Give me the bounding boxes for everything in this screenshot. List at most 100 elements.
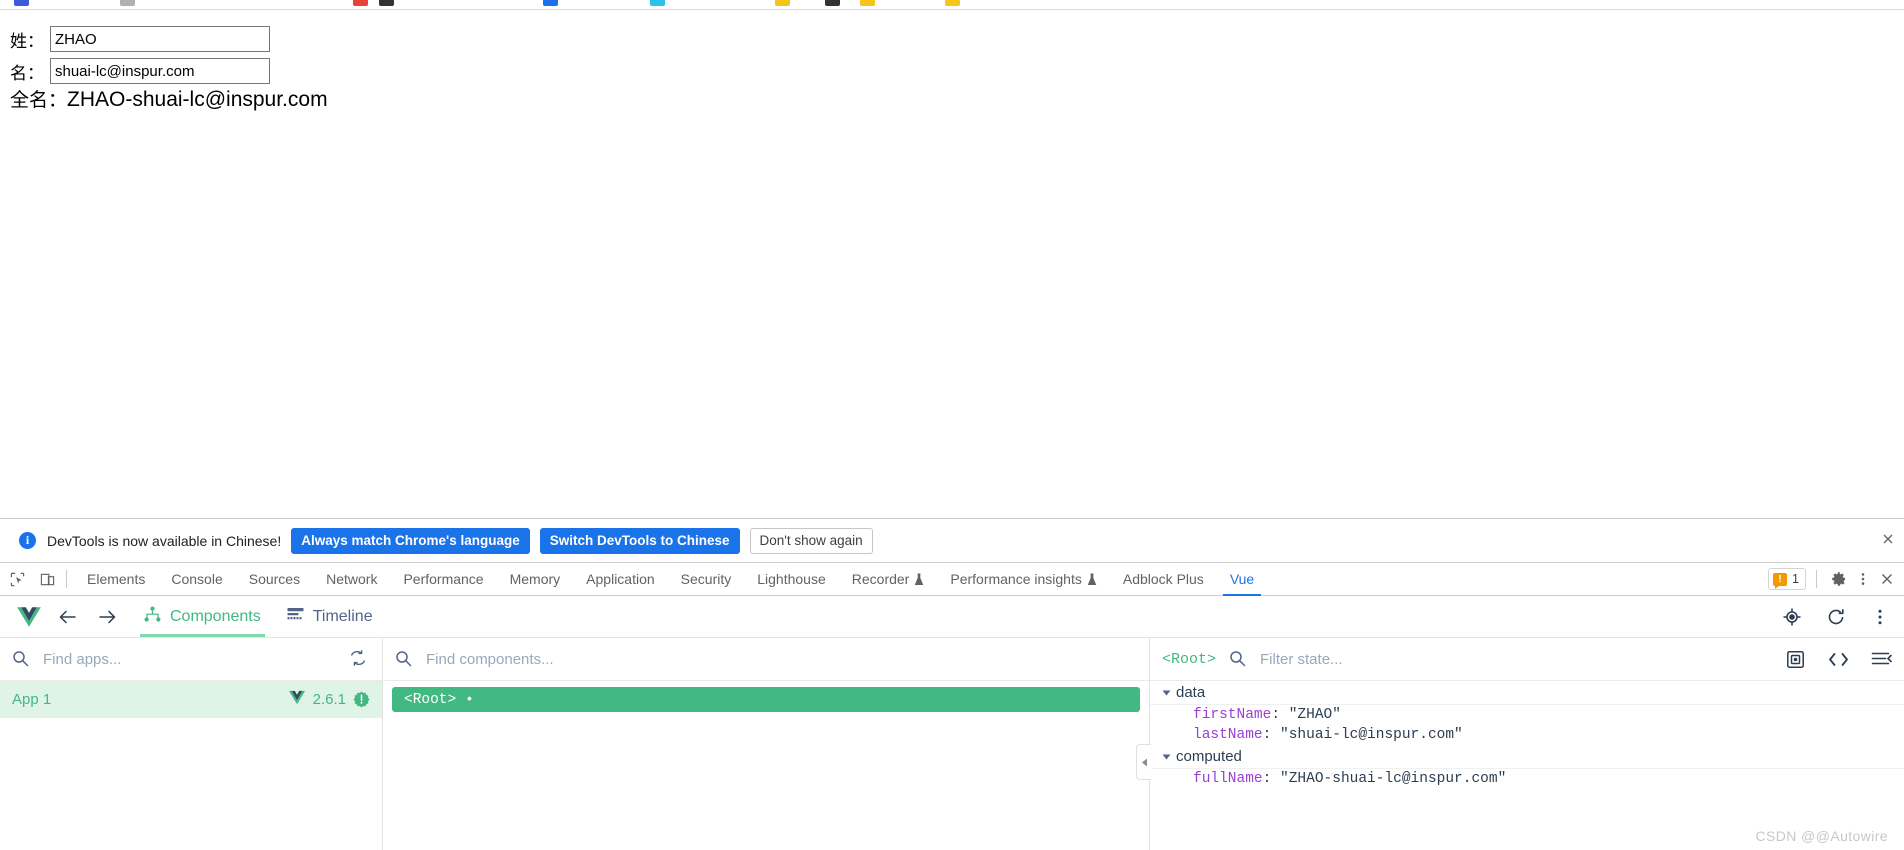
vue-tab-timeline[interactable]: Timeline bbox=[283, 596, 377, 637]
tree-node-root[interactable]: <Root> • bbox=[392, 687, 1140, 712]
tab-label: Recorder bbox=[851, 571, 910, 587]
dont-show-again-button[interactable]: Don't show again bbox=[749, 527, 873, 554]
bookmark-favicon[interactable] bbox=[860, 0, 875, 6]
find-apps-input[interactable] bbox=[41, 649, 348, 669]
tab-console[interactable]: Console bbox=[158, 563, 235, 596]
search-icon bbox=[395, 650, 413, 668]
app-version: 2.6.1 bbox=[312, 691, 346, 708]
bookmark-favicon[interactable] bbox=[650, 0, 665, 6]
tab-vue[interactable]: Vue bbox=[1217, 563, 1267, 596]
tab-application[interactable]: Application bbox=[573, 563, 668, 596]
tab-security[interactable]: Security bbox=[668, 563, 745, 596]
devtools-locale-notification: i DevTools is now available in Chinese! … bbox=[0, 518, 1904, 562]
tab-elements[interactable]: Elements bbox=[74, 563, 158, 596]
tab-adblock-plus[interactable]: Adblock Plus bbox=[1110, 563, 1217, 596]
tab-recorder[interactable]: Recorder bbox=[839, 563, 938, 596]
collapse-left-icon[interactable] bbox=[1136, 744, 1151, 780]
bookmark-favicon[interactable] bbox=[120, 0, 135, 6]
bookmark-favicon[interactable] bbox=[775, 0, 790, 6]
open-in-editor-icon[interactable] bbox=[1827, 648, 1849, 670]
tab-label: Lighthouse bbox=[757, 571, 826, 587]
apps-panel: App 1 2.6.1 bbox=[0, 638, 383, 850]
tab-lighthouse[interactable]: Lighthouse bbox=[744, 563, 839, 596]
state-group-header[interactable]: computed bbox=[1150, 745, 1904, 769]
toolbar-divider bbox=[66, 570, 67, 588]
bookmark-favicon[interactable] bbox=[14, 0, 29, 6]
vue-logo-icon bbox=[16, 606, 42, 628]
bookmark-favicon[interactable] bbox=[379, 0, 394, 6]
alert-badge-icon[interactable] bbox=[353, 691, 370, 708]
last-name-input[interactable] bbox=[50, 58, 270, 84]
tab-label: Security bbox=[680, 571, 732, 587]
collapse-all-icon[interactable] bbox=[1870, 648, 1892, 670]
tab-sources[interactable]: Sources bbox=[236, 563, 313, 596]
first-name-input[interactable] bbox=[50, 26, 270, 52]
apps-search-row bbox=[0, 638, 382, 681]
inspect-in-console-icon[interactable] bbox=[1784, 648, 1806, 670]
devtools-tabbar-actions: ! 1 bbox=[1768, 567, 1904, 591]
bookmarks-bar-divider bbox=[0, 9, 1904, 10]
last-name-row: 名： bbox=[10, 58, 270, 84]
arrow-left-icon[interactable] bbox=[52, 602, 82, 632]
state-header-actions bbox=[1784, 648, 1892, 670]
tab-network[interactable]: Network bbox=[313, 563, 390, 596]
state-field-colon: : bbox=[1262, 727, 1281, 743]
status-badge[interactable]: ! 1 bbox=[1768, 568, 1806, 590]
timeline-icon bbox=[287, 607, 304, 627]
vue-tab-components[interactable]: Components bbox=[140, 596, 265, 637]
tree-node-marker: • bbox=[465, 691, 474, 708]
vue-devtools-panels: App 1 2.6.1 bbox=[0, 638, 1904, 850]
chevron-down-icon bbox=[1162, 690, 1171, 695]
more-vertical-icon[interactable] bbox=[1851, 567, 1875, 591]
tab-label: Network bbox=[326, 571, 378, 587]
state-field[interactable]: firstName: "ZHAO" bbox=[1150, 705, 1904, 725]
vue-logo-icon bbox=[288, 690, 306, 710]
close-icon[interactable] bbox=[1878, 531, 1898, 551]
find-components-input[interactable] bbox=[424, 649, 1137, 669]
tab-label: Performance insights bbox=[950, 571, 1082, 587]
tab-label: Memory bbox=[509, 571, 561, 587]
target-select-icon[interactable] bbox=[1780, 605, 1804, 629]
state-root-label: <Root> bbox=[1162, 650, 1217, 668]
bookmark-favicon[interactable] bbox=[825, 0, 840, 6]
close-devtools-icon[interactable] bbox=[1875, 567, 1899, 591]
arrow-right-icon[interactable] bbox=[92, 602, 122, 632]
tab-label: Sources bbox=[248, 571, 301, 587]
tab-performance[interactable]: Performance bbox=[390, 563, 496, 596]
state-field[interactable]: fullName: "ZHAO-shuai-lc@inspur.com" bbox=[1150, 769, 1904, 789]
bookmark-favicon[interactable] bbox=[353, 0, 368, 6]
bookmark-favicon[interactable] bbox=[945, 0, 960, 6]
always-match-language-button[interactable]: Always match Chrome's language bbox=[291, 527, 530, 554]
full-name-row: 全名：ZHAO-shuai-lc@inspur.com bbox=[10, 85, 328, 112]
tab-memory[interactable]: Memory bbox=[497, 563, 574, 596]
state-group-header[interactable]: data bbox=[1150, 681, 1904, 705]
tab-performance-insights[interactable]: Performance insights bbox=[937, 563, 1110, 596]
state-field-value: "shuai-lc@inspur.com" bbox=[1280, 727, 1463, 743]
inspect-element-icon[interactable] bbox=[4, 566, 30, 592]
warning-count: 1 bbox=[1792, 572, 1799, 586]
state-panel: <Root> Filter state... data firstName: "… bbox=[1136, 638, 1904, 850]
switch-to-chinese-button[interactable]: Switch DevTools to Chinese bbox=[539, 527, 740, 554]
state-group-computed: computed fullName: "ZHAO-shuai-lc@inspur… bbox=[1150, 745, 1904, 789]
full-name-value: ZHAO-shuai-lc@inspur.com bbox=[67, 88, 328, 111]
components-panel: <Root> • bbox=[383, 638, 1150, 850]
bookmark-favicon[interactable] bbox=[543, 0, 558, 6]
app-meta: 2.6.1 bbox=[288, 690, 370, 710]
tree-node-label: <Root> bbox=[404, 691, 457, 708]
rendered-page: 姓： 名： 全名：ZHAO-shuai-lc@inspur.com bbox=[0, 0, 1904, 518]
device-toolbar-icon[interactable] bbox=[34, 566, 60, 592]
refresh-icon[interactable] bbox=[1824, 605, 1848, 629]
more-vertical-icon[interactable] bbox=[1868, 605, 1892, 629]
filter-state-input[interactable] bbox=[1258, 649, 1784, 669]
gear-icon[interactable] bbox=[1827, 567, 1851, 591]
state-field[interactable]: lastName: "shuai-lc@inspur.com" bbox=[1150, 725, 1904, 745]
components-tree-icon bbox=[144, 606, 161, 628]
bookmarks-bar[interactable] bbox=[0, 0, 1904, 9]
list-item[interactable]: App 1 2.6.1 bbox=[0, 681, 382, 718]
vue-devtools-toolbar: Components Timeline bbox=[0, 596, 1904, 638]
refresh-apps-icon[interactable] bbox=[348, 648, 370, 670]
state-group-data: data firstName: "ZHAO" lastName: "shuai-… bbox=[1150, 681, 1904, 745]
first-name-row: 姓： bbox=[10, 26, 270, 52]
tab-label: Elements bbox=[87, 571, 146, 587]
tab-label: Application bbox=[586, 571, 655, 587]
